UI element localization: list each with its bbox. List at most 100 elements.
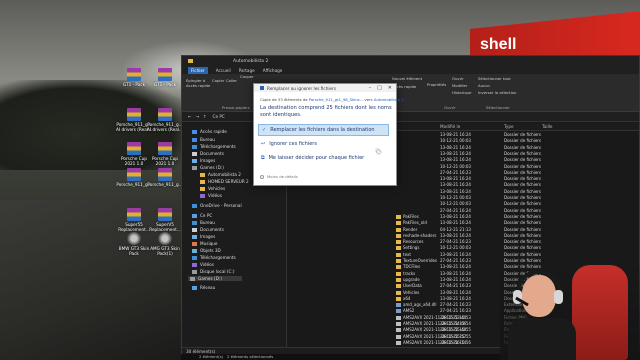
archive-icon xyxy=(158,168,172,181)
dialog-subtitle: Copie de 33 éléments de Porsche_911_gt1_… xyxy=(260,97,404,102)
nav-item[interactable]: Images xyxy=(192,158,215,163)
tab-affichage[interactable]: Affichage xyxy=(263,68,283,73)
paste-button[interactable]: Coller xyxy=(226,78,237,83)
tab-accueil[interactable]: Accueil xyxy=(216,68,231,73)
taskbar-left-text: 2 élément(s) xyxy=(199,354,224,359)
minimize-icon[interactable]: – xyxy=(369,85,372,91)
file-type: Dossier de fichiers xyxy=(504,163,542,169)
file-row[interactable]: Render 04-12-21 21:13 Dossier de fichiers xyxy=(288,227,639,233)
decide-each-option[interactable]: ⧉ Me laisser décider pour chaque fichier xyxy=(258,152,389,164)
desktop-icon[interactable]: GT1 - Pack xyxy=(147,68,183,88)
nav-item[interactable]: Vidéos xyxy=(192,262,214,267)
invert-selection-button[interactable]: Inverser la sélection xyxy=(478,90,516,95)
nav-item[interactable]: Images xyxy=(192,234,215,239)
less-details-toggle[interactable]: Moins de détails xyxy=(260,174,298,179)
file-row[interactable]: 27-04-21 16:24 Dossier de fichiers xyxy=(288,208,639,214)
file-row[interactable]: PakFiles 13-08-21 16:24 Dossier de fichier… xyxy=(288,214,639,220)
column-type[interactable]: Type xyxy=(504,124,514,129)
skip-files-option[interactable]: ↩ Ignorer ces fichiers xyxy=(258,138,389,150)
open-button[interactable]: Ouvrir xyxy=(452,76,464,81)
desktop-icon[interactable]: Porsche Cup 2021 1.0 xyxy=(147,142,183,167)
file-date: 13-08-21 16:24 xyxy=(440,232,471,238)
history-button[interactable]: Historique xyxy=(452,90,471,95)
nav-item[interactable]: Automobilista 2 xyxy=(200,172,241,177)
folder-icon xyxy=(396,240,401,245)
image-icon xyxy=(192,158,197,163)
replace-files-option[interactable]: ✓ Remplacer les fichiers dans la destina… xyxy=(258,124,389,136)
file-date: 10-12-21 00:03 xyxy=(440,245,471,251)
maximize-icon[interactable]: □ xyxy=(377,85,382,91)
nav-item[interactable]: OneDrive - Personal xyxy=(192,203,242,208)
file-date: 10-12-21 00:03 xyxy=(440,163,471,169)
video-icon xyxy=(200,193,205,198)
file-row[interactable]: 10-12-21 00:03 Dossier de fichiers xyxy=(288,201,639,207)
file-row[interactable]: reshade-shaders 13-08-21 16:24 Dossier de … xyxy=(288,233,639,239)
destination-link[interactable]: Automobilista 2 xyxy=(374,97,404,102)
nav-item[interactable]: HOMED SERVEUR 2 xyxy=(200,179,249,184)
nav-item-label: Documents xyxy=(200,227,224,232)
file-name: reshade-shaders xyxy=(403,232,437,238)
nav-item[interactable]: Disque local (C:) xyxy=(192,269,234,274)
file-type: Dossier de fichiers xyxy=(504,132,542,137)
doc-icon xyxy=(192,227,197,232)
archive-icon xyxy=(158,208,172,221)
nav-item[interactable]: Téléchargements xyxy=(192,255,236,260)
new-item-button[interactable]: Nouvel élément xyxy=(392,76,422,81)
column-size[interactable]: Taille xyxy=(542,124,553,129)
nav-item[interactable]: Documents xyxy=(192,151,224,156)
desktop-icon[interactable]: SuperV5 Replacement... xyxy=(147,208,183,233)
select-none-button[interactable]: Aucun xyxy=(478,83,490,88)
ribbon-tabs: Fichier Accueil Partage Affichage xyxy=(182,66,639,74)
nav-item[interactable]: Bureau xyxy=(192,220,215,225)
nav-item[interactable]: Réseau xyxy=(192,285,215,290)
file-date: 27-04-21 16:24 xyxy=(440,207,471,213)
arrow-left-icon[interactable]: ← xyxy=(188,114,192,119)
tab-partage[interactable]: Partage xyxy=(239,68,255,73)
column-modified[interactable]: Modifié le xyxy=(440,124,460,129)
nav-item[interactable]: Documents xyxy=(192,227,224,232)
desktop-icon[interactable]: Porsche_911_g... AI drivers (Real... xyxy=(147,108,183,133)
nav-item[interactable]: Vidéos xyxy=(200,193,222,198)
edit-button[interactable]: Modifier xyxy=(452,83,467,88)
nav-item[interactable]: Games (D:) xyxy=(192,165,224,170)
file-row[interactable]: PakFiles_old 13-08-21 16:24 Dossier de fic… xyxy=(288,220,639,226)
copy-button[interactable]: Copier xyxy=(212,78,224,83)
file-row[interactable]: Settings 10-12-21 00:03 Dossier de fichier… xyxy=(288,245,639,251)
nav-item[interactable]: Ce PC xyxy=(192,213,212,218)
desktop-icon[interactable]: Porsche_911_g... xyxy=(147,168,183,188)
explorer-titlebar[interactable]: Automobilista 2 xyxy=(182,56,639,66)
folder-icon xyxy=(200,179,205,184)
nav-item[interactable]: Bureau xyxy=(192,137,215,142)
address-bar[interactable]: ← → ↑ Ce PC xyxy=(182,112,639,122)
cut-button[interactable]: Couper xyxy=(240,74,254,79)
arrow-up-icon[interactable]: ↑ xyxy=(203,114,207,119)
file-name: TDCFiles xyxy=(403,264,421,270)
file-row[interactable]: text 13-08-21 16:24 Dossier de fichiers xyxy=(288,252,639,258)
file-row[interactable]: 10-12-21 00:03 Dossier de fichiers xyxy=(288,195,639,201)
desktop-icon[interactable]: AMG GT3 Skin Pack(1) xyxy=(147,232,183,257)
desktop-icon-label: GT1 - Pack xyxy=(153,82,177,87)
nav-item[interactable]: Objets 3D xyxy=(192,248,221,253)
tab-fichier[interactable]: Fichier xyxy=(188,66,208,74)
file-type: Dossier de fichiers xyxy=(504,245,542,251)
properties-button[interactable]: Propriétés xyxy=(427,82,446,87)
file-row[interactable]: Resources 27-04-21 16:23 Dossier de fichie… xyxy=(288,239,639,245)
nav-item[interactable]: Musique xyxy=(192,241,218,246)
nav-item[interactable]: Games (D:) xyxy=(188,276,242,281)
nav-item[interactable]: Vehicles xyxy=(200,186,225,191)
dialog-titlebar[interactable]: Remplacer ou ignorer les fichiers – □ ✕ xyxy=(254,84,396,92)
select-all-button[interactable]: Sélectionner tout xyxy=(478,76,511,81)
file-date: 13-08-21 16:24 xyxy=(440,289,471,295)
file-date: 27-04-21 16:23 xyxy=(440,169,471,175)
nav-item[interactable]: Accès rapide xyxy=(192,129,227,134)
source-link[interactable]: Porsche_911_gt1_98_Skins... xyxy=(309,97,364,102)
nav-item[interactable]: Téléchargements xyxy=(192,144,236,149)
arrow-right-icon[interactable]: → xyxy=(196,114,200,119)
file-name: x64 xyxy=(403,295,411,301)
file-row[interactable]: 13-08-21 16:24 Dossier de fichiers xyxy=(288,189,639,195)
file-date: 13-08-21 16:24 xyxy=(440,220,471,226)
pin-quick-access-button[interactable]: Épingler à Accès rapide xyxy=(186,78,212,88)
file-name: Render xyxy=(403,226,418,232)
folder-icon xyxy=(396,296,401,301)
close-icon[interactable]: ✕ xyxy=(388,85,392,91)
